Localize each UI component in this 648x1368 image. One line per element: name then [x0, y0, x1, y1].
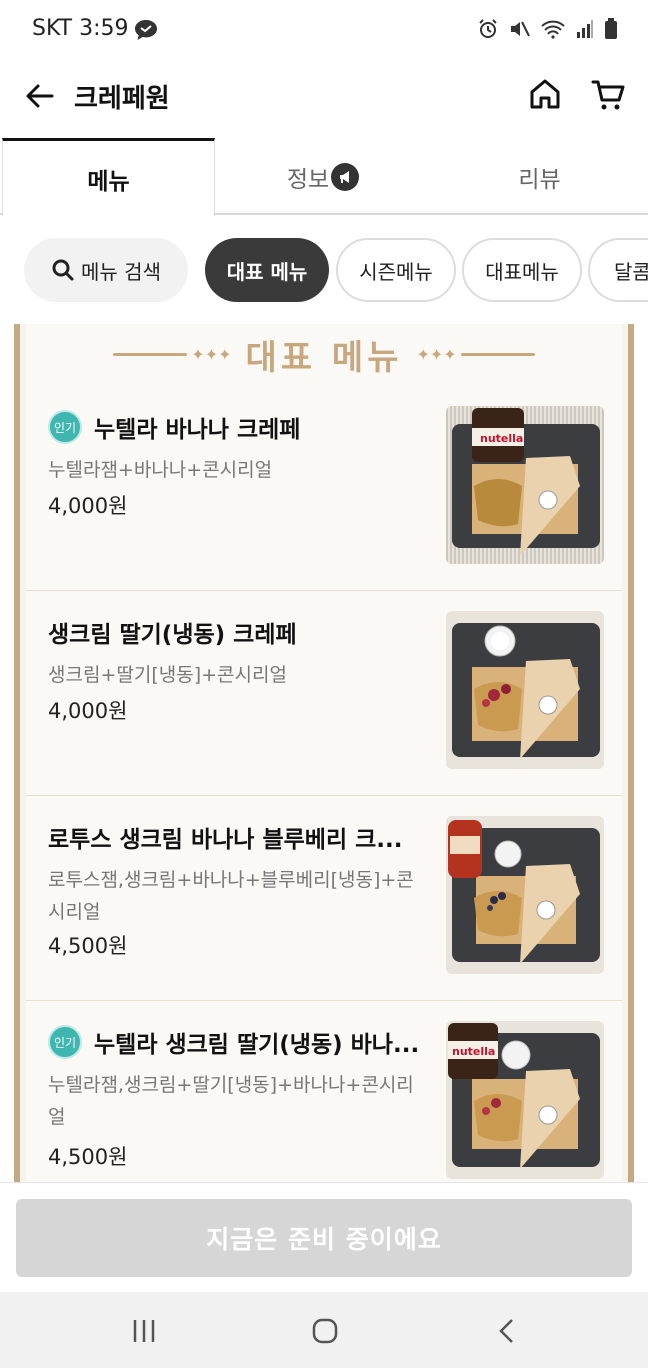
popular-badge: 인기	[48, 410, 82, 444]
chip-label: 대표메뉴	[485, 259, 559, 284]
system-nav-bar	[0, 1292, 648, 1368]
tab-review[interactable]: 리뷰	[431, 138, 648, 216]
back-arrow-icon	[26, 84, 54, 108]
item-price: 4,000원	[48, 699, 128, 723]
menu-search-button[interactable]: 메뉴 검색	[24, 238, 188, 302]
recent-apps-icon	[133, 1320, 155, 1342]
menu-item[interactable]: 로투스 생크림 바나나 블루베리 크... 로투스잼,생크림+바나나+블루베리[…	[26, 796, 622, 1001]
menu-item[interactable]: 생크림 딸기(냉동) 크레페 생크림+딸기[냉동]+콘시리얼 4,000원	[26, 591, 622, 796]
item-name: 로투스 생크림 바나나 블루베리 크...	[48, 827, 403, 853]
menu-board: ✦✦✦ 대표 메뉴 ✦✦✦ 인기 누텔라 바나나 크레페 누텔라잼+바나나+콘시…	[14, 324, 634, 1182]
tab-menu[interactable]: 메뉴	[2, 138, 215, 216]
tab-menu-label: 메뉴	[87, 168, 130, 195]
tab-bar: 메뉴 정보 리뷰	[0, 138, 648, 216]
home-circle-icon	[312, 1318, 338, 1344]
home-icon	[530, 79, 560, 109]
chat-bubble-icon	[134, 19, 158, 45]
status-bar: SKT 3:59	[0, 0, 648, 60]
item-description: 누텔라잼,생크림+딸기[냉동]+바나나+콘시리얼	[48, 1074, 414, 1128]
chip-label: 달콤	[614, 259, 648, 284]
category-chips: 메뉴 검색 대표 메뉴 시즌메뉴 대표메뉴 달콤	[0, 238, 648, 302]
status-icons	[478, 18, 618, 40]
tab-info[interactable]: 정보	[215, 138, 431, 216]
wifi-icon	[541, 20, 565, 39]
back-button[interactable]	[22, 78, 58, 114]
svg-text:nutella: nutella	[452, 1045, 495, 1058]
section-title: 대표 메뉴	[245, 337, 403, 378]
menu-search-label: 메뉴 검색	[81, 259, 161, 284]
section-header: ✦✦✦ 대표 메뉴 ✦✦✦	[26, 324, 622, 384]
crepe-photo	[446, 816, 604, 974]
cart-button[interactable]	[590, 77, 626, 113]
svg-text:nutella: nutella	[480, 432, 523, 445]
mute-icon	[511, 21, 530, 37]
status-time: SKT 3:59	[32, 16, 129, 41]
chip-representative-active[interactable]: 대표 메뉴	[205, 238, 329, 302]
back-chevron-icon	[499, 1319, 513, 1343]
decoration-right: ✦✦✦	[416, 345, 535, 364]
item-name: 누텔라 바나나 크레페	[94, 417, 301, 443]
item-description: 누텔라잼+바나나+콘시리얼	[48, 459, 273, 481]
recent-apps-button[interactable]	[130, 1316, 160, 1346]
chip-label: 대표 메뉴	[226, 259, 308, 284]
battery-icon	[605, 18, 617, 39]
chip-sweet[interactable]: 달콤	[588, 238, 648, 302]
search-icon	[52, 259, 74, 281]
item-name: 생크림 딸기(냉동) 크레페	[48, 622, 297, 648]
bottom-action-bar: 지금은 준비 중이에요	[0, 1182, 648, 1292]
crepe-photo	[446, 611, 604, 769]
item-description: 로투스잼,생크림+바나나+블루베리[냉동]+콘시리얼	[48, 869, 414, 923]
crepe-photo: nutella	[446, 1021, 604, 1179]
decoration-left: ✦✦✦	[113, 345, 232, 364]
tab-info-label: 정보	[286, 167, 330, 193]
chip-label: 시즌메뉴	[359, 259, 433, 284]
item-description: 생크림+딸기[냉동]+콘시리얼	[48, 664, 287, 686]
alarm-icon	[479, 19, 497, 38]
chip-representative[interactable]: 대표메뉴	[462, 238, 582, 302]
chip-season[interactable]: 시즌메뉴	[336, 238, 456, 302]
preparing-button[interactable]: 지금은 준비 중이에요	[16, 1199, 632, 1277]
cart-icon	[591, 80, 625, 110]
megaphone-icon	[331, 163, 360, 191]
app-header: 크레페원	[0, 60, 648, 138]
signal-icon	[577, 20, 593, 38]
menu-item[interactable]: 인기 누텔라 생크림 딸기(냉동) 바나... 누텔라잼,생크림+딸기[냉동]+…	[26, 1001, 622, 1182]
home-nav-button[interactable]	[310, 1316, 340, 1346]
crepe-photo: nutella	[446, 406, 604, 564]
home-button[interactable]	[528, 77, 562, 111]
tab-review-label: 리뷰	[518, 167, 561, 193]
menu-item[interactable]: 인기 누텔라 바나나 크레페 누텔라잼+바나나+콘시리얼 4,000원 nute…	[26, 386, 622, 591]
back-nav-button[interactable]	[492, 1316, 522, 1346]
item-name: 누텔라 생크림 딸기(냉동) 바나...	[94, 1032, 420, 1058]
page-title: 크레페원	[74, 84, 170, 114]
popular-badge: 인기	[48, 1025, 82, 1059]
item-price: 4,500원	[48, 934, 128, 958]
item-price: 4,500원	[48, 1145, 128, 1169]
item-price: 4,000원	[48, 494, 128, 518]
